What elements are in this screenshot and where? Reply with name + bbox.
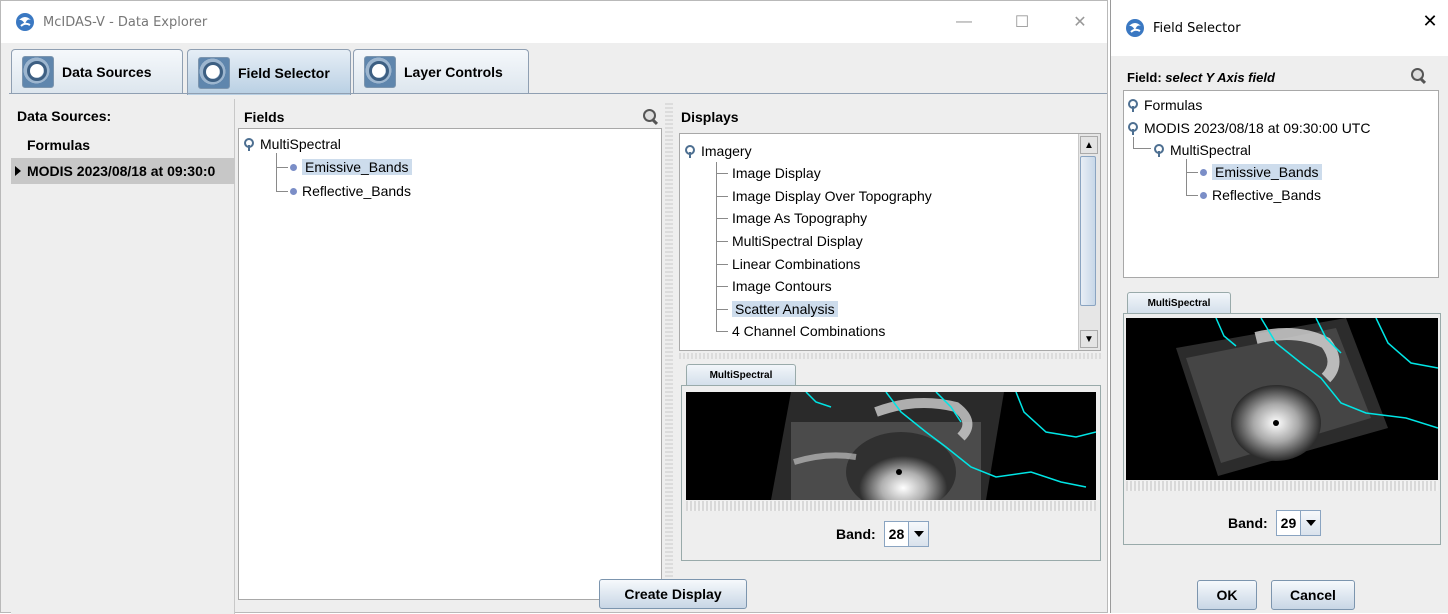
display-item-image-contours[interactable]: Image Contours: [732, 275, 832, 297]
band-label: Band:: [836, 526, 876, 542]
band-label: Band:: [1228, 515, 1268, 531]
band-selector-row: Band: 28: [836, 521, 930, 547]
dropdown-arrow-icon[interactable]: [908, 522, 929, 546]
main-titlebar[interactable]: McIDAS-V - Data Explorer — ☐ ✕: [1, 1, 1107, 43]
data-sources-panel: Data Sources: Formulas MODIS 2023/08/18 …: [11, 99, 235, 614]
display-item-linear-combinations[interactable]: Linear Combinations: [732, 253, 860, 275]
band-combo[interactable]: 29: [1275, 510, 1322, 536]
tree-node-modis-source[interactable]: MODIS 2023/08/18 at 09:30:00 UTC: [1128, 117, 1370, 139]
tree-node-emissive-bands[interactable]: Emissive_Bands: [290, 156, 412, 178]
leaf-dot-icon: [290, 187, 297, 195]
tab-field-selector[interactable]: Field Selector: [187, 49, 351, 95]
dropdown-arrow-icon[interactable]: [1300, 511, 1321, 535]
tab-layer-controls[interactable]: Layer Controls: [353, 49, 529, 93]
tab-layer-controls-label: Layer Controls: [404, 63, 503, 80]
layer-controls-icon: [364, 55, 396, 88]
dialog-preview-frame: Band: 29: [1123, 313, 1441, 545]
scroll-thumb[interactable]: [1080, 156, 1096, 306]
expand-arrow-icon: [15, 166, 21, 176]
data-sources-header: Data Sources:: [17, 108, 112, 124]
leaf-dot-icon: [290, 163, 297, 171]
mcidas-app-icon: [1126, 19, 1144, 37]
scroll-up-arrow-icon[interactable]: ▲: [1080, 136, 1098, 154]
dialog-band-selector-row: Band: 29: [1228, 510, 1322, 536]
mcidas-app-icon: [16, 13, 34, 31]
maximize-button[interactable]: ☐: [999, 1, 1045, 43]
tree-node-multispectral[interactable]: MultiSpectral: [1154, 139, 1251, 161]
window-title: McIDAS-V - Data Explorer: [43, 14, 208, 30]
fields-header: Fields: [244, 109, 285, 125]
tree-node-reflective-bands[interactable]: Reflective_Bands: [290, 180, 411, 202]
tree-key-icon: [1128, 99, 1140, 112]
tree-node-imagery[interactable]: Imagery: [685, 140, 752, 162]
cancel-button[interactable]: Cancel: [1271, 580, 1355, 610]
tree-root-icon: [244, 138, 256, 151]
field-selector-dialog: Field Selector ✕ Field: select Y Axis fi…: [1110, 0, 1448, 613]
data-explorer-window: McIDAS-V - Data Explorer — ☐ ✕ Data Sour…: [0, 0, 1108, 614]
ok-button[interactable]: OK: [1197, 580, 1257, 610]
fields-tree[interactable]: MultiSpectral Emissive_Bands Reflective_…: [238, 128, 662, 600]
preview-toolbar-strip[interactable]: [686, 501, 1096, 511]
dialog-satellite-image-render: [1176, 318, 1438, 476]
dialog-search-icon[interactable]: [1411, 68, 1427, 84]
data-source-item-formulas[interactable]: Formulas: [11, 132, 235, 158]
satellite-preview-image[interactable]: [686, 392, 1096, 500]
tree-node-emissive-bands[interactable]: Emissive_Bands: [1200, 161, 1322, 183]
tree-node-multispectral[interactable]: MultiSpectral: [244, 133, 341, 155]
field-prompt: Field: select Y Axis field: [1127, 70, 1275, 85]
display-item-image-over-topography[interactable]: Image Display Over Topography: [732, 185, 932, 207]
display-item-multispectral[interactable]: MultiSpectral Display: [732, 230, 863, 252]
tree-node-reflective-bands[interactable]: Reflective_Bands: [1200, 184, 1321, 206]
leaf-dot-icon: [1200, 191, 1207, 199]
tree-node-formulas[interactable]: Formulas: [1128, 94, 1202, 116]
preview-frame: Band: 28: [681, 385, 1101, 561]
dialog-preview-tab-multispectral[interactable]: MultiSpectral: [1127, 292, 1231, 314]
display-item-scatter-analysis[interactable]: Scatter Analysis: [732, 298, 838, 320]
minimize-button[interactable]: —: [941, 1, 987, 43]
close-button[interactable]: ✕: [1057, 1, 1103, 43]
tree-group-icon: [685, 145, 697, 158]
data-source-item-modis[interactable]: MODIS 2023/08/18 at 09:30:0: [11, 158, 235, 184]
vertical-splitter[interactable]: [665, 101, 673, 601]
data-source-item-label: MODIS 2023/08/18 at 09:30:0: [27, 163, 216, 179]
dialog-title: Field Selector: [1153, 20, 1241, 36]
displays-header: Displays: [681, 109, 739, 125]
tab-data-sources-label: Data Sources: [62, 63, 152, 80]
displays-tree[interactable]: Imagery Image Display Image Display Over…: [679, 133, 1101, 351]
band-combo[interactable]: 28: [883, 521, 930, 547]
tree-key-icon: [1128, 122, 1140, 135]
tab-field-selector-label: Field Selector: [238, 64, 330, 81]
fields-search-icon[interactable]: [643, 109, 659, 125]
display-item-4-channel[interactable]: 4 Channel Combinations: [732, 320, 885, 342]
dialog-close-button[interactable]: ✕: [1407, 0, 1448, 42]
tree-key-icon: [1154, 144, 1166, 157]
dialog-satellite-preview-image[interactable]: [1126, 318, 1438, 480]
dialog-titlebar[interactable]: Field Selector ✕: [1111, 0, 1448, 56]
tab-data-sources[interactable]: Data Sources: [11, 49, 183, 93]
scroll-down-arrow-icon[interactable]: ▼: [1080, 330, 1098, 348]
satellite-image-render: [771, 392, 1096, 500]
preview-tab-multispectral[interactable]: MultiSpectral: [686, 364, 796, 386]
create-display-button[interactable]: Create Display: [599, 579, 747, 609]
dialog-preview-toolbar-strip[interactable]: [1126, 481, 1438, 491]
leaf-dot-icon: [1200, 168, 1207, 176]
field-selector-icon: [198, 56, 230, 89]
horizontal-splitter[interactable]: [679, 353, 1101, 359]
data-sources-icon: [22, 55, 54, 88]
dialog-field-tree[interactable]: Formulas MODIS 2023/08/18 at 09:30:00 UT…: [1123, 90, 1439, 278]
display-item-image-display[interactable]: Image Display: [732, 162, 821, 184]
display-item-image-as-topography[interactable]: Image As Topography: [732, 207, 867, 229]
displays-scrollbar[interactable]: ▲ ▼: [1078, 134, 1100, 350]
